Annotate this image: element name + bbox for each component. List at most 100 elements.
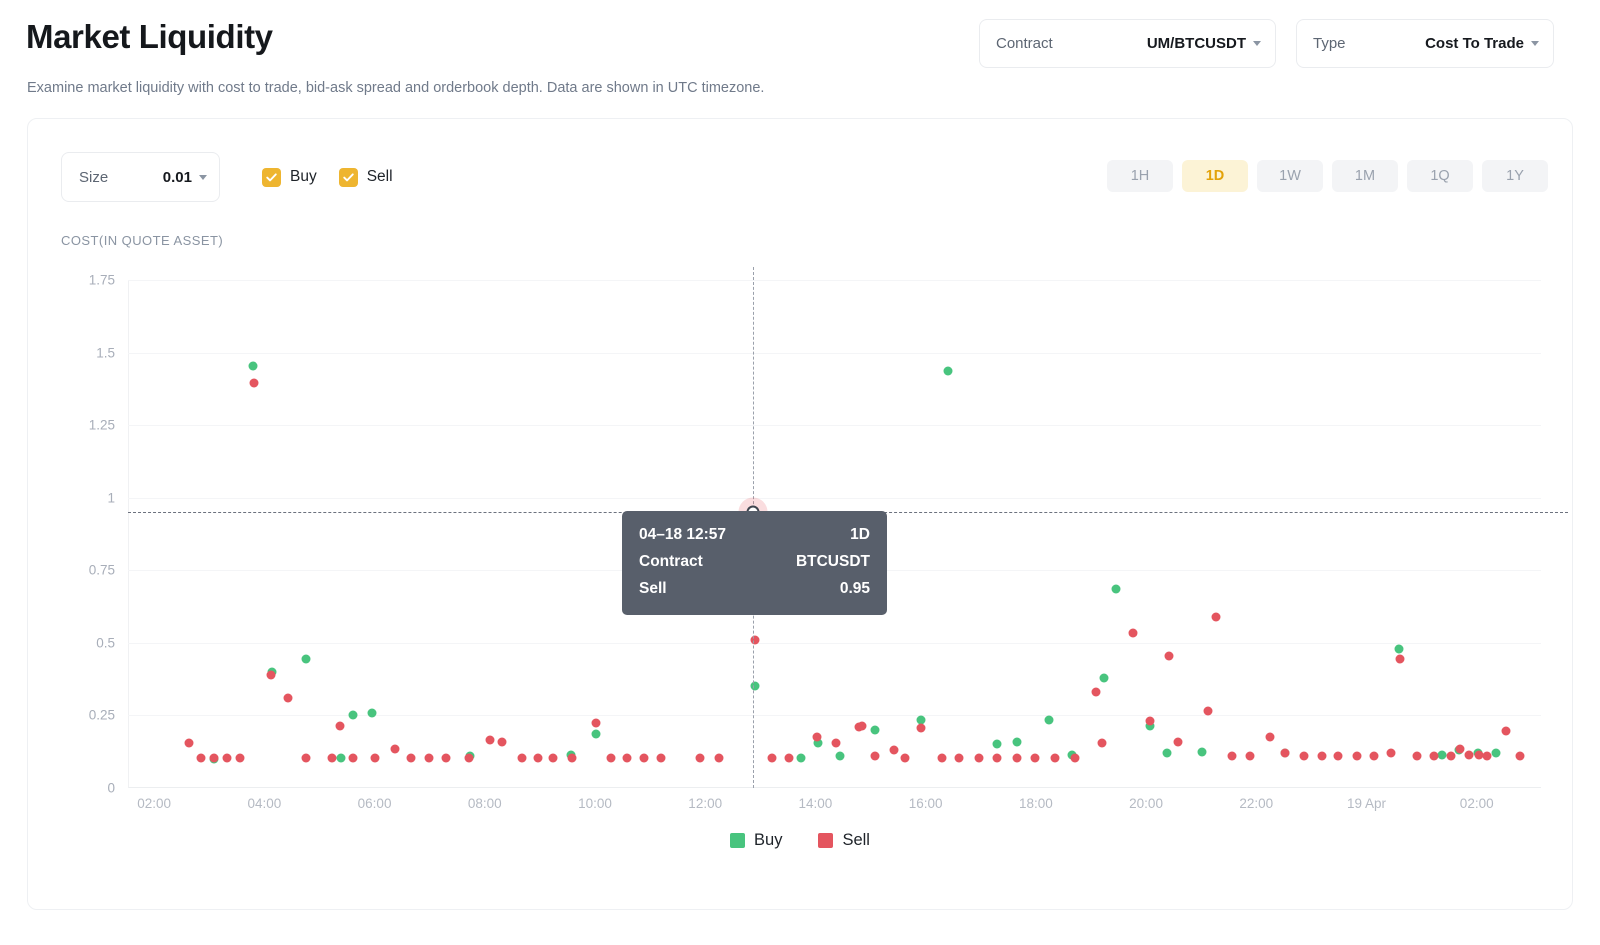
data-point-sell[interactable] [1352,751,1362,761]
data-point-sell[interactable] [209,753,219,763]
data-point-sell[interactable] [1164,651,1174,661]
data-point-sell[interactable] [1455,744,1465,754]
data-point-sell[interactable] [1299,751,1309,761]
data-point-sell[interactable] [1446,751,1456,761]
data-point-sell[interactable] [196,753,206,763]
data-point-buy[interactable] [1111,584,1121,594]
data-point-sell[interactable] [900,753,910,763]
data-point-sell[interactable] [1482,751,1492,761]
data-point-sell[interactable] [1464,750,1474,760]
data-point-sell[interactable] [370,753,380,763]
data-point-sell[interactable] [857,721,867,731]
data-point-sell[interactable] [992,753,1002,763]
data-point-sell[interactable] [695,753,705,763]
data-point-sell[interactable] [1050,753,1060,763]
data-point-sell[interactable] [767,753,777,763]
data-point-buy[interactable] [591,729,601,739]
data-point-sell[interactable] [283,693,293,703]
data-point-sell[interactable] [266,670,276,680]
data-point-sell[interactable] [497,737,507,747]
data-point-buy[interactable] [336,753,346,763]
data-point-sell[interactable] [1173,737,1183,747]
data-point-sell[interactable] [656,753,666,763]
data-point-buy[interactable] [1044,715,1054,725]
range-button-1w[interactable]: 1W [1257,160,1323,192]
data-point-buy[interactable] [750,681,760,691]
data-point-buy[interactable] [943,366,953,376]
data-point-sell[interactable] [424,753,434,763]
data-point-sell[interactable] [1128,628,1138,638]
sell-checkbox[interactable]: Sell [338,167,393,187]
data-point-buy[interactable] [916,715,926,725]
data-point-sell[interactable] [406,753,416,763]
data-point-sell[interactable] [1211,612,1221,622]
data-point-buy[interactable] [1099,673,1109,683]
data-point-buy[interactable] [1162,748,1172,758]
data-point-sell[interactable] [348,753,358,763]
data-point-sell[interactable] [1515,751,1525,761]
data-point-sell[interactable] [606,753,616,763]
data-point-sell[interactable] [622,753,632,763]
data-point-buy[interactable] [870,725,880,735]
data-point-sell[interactable] [812,732,822,742]
range-button-1d[interactable]: 1D [1182,160,1248,192]
contract-selector[interactable]: Contract UM/BTCUSDT [979,19,1276,68]
data-point-sell[interactable] [335,721,345,731]
data-point-sell[interactable] [567,753,577,763]
data-point-sell[interactable] [937,753,947,763]
range-button-1q[interactable]: 1Q [1407,160,1473,192]
data-point-sell[interactable] [974,753,984,763]
type-selector[interactable]: Type Cost To Trade [1296,19,1554,68]
data-point-sell[interactable] [1245,751,1255,761]
data-point-sell[interactable] [1429,751,1439,761]
data-point-sell[interactable] [1280,748,1290,758]
data-point-sell[interactable] [639,753,649,763]
data-point-sell[interactable] [1386,748,1396,758]
data-point-sell[interactable] [1412,751,1422,761]
data-point-buy[interactable] [367,708,377,718]
data-point-buy[interactable] [248,361,258,371]
data-point-sell[interactable] [591,718,601,728]
data-point-sell[interactable] [1145,716,1155,726]
data-point-sell[interactable] [1395,654,1405,664]
data-point-buy[interactable] [1197,747,1207,757]
data-point-sell[interactable] [533,753,543,763]
data-point-sell[interactable] [870,751,880,761]
data-point-sell[interactable] [750,635,760,645]
data-point-buy[interactable] [992,739,1002,749]
data-point-sell[interactable] [1501,726,1511,736]
data-point-buy[interactable] [796,753,806,763]
data-point-buy[interactable] [1012,737,1022,747]
data-point-sell[interactable] [390,744,400,754]
data-point-sell[interactable] [441,753,451,763]
data-point-buy[interactable] [835,751,845,761]
data-point-sell[interactable] [1070,753,1080,763]
data-point-sell[interactable] [485,735,495,745]
data-point-sell[interactable] [714,753,724,763]
data-point-sell[interactable] [1091,687,1101,697]
data-point-sell[interactable] [235,753,245,763]
data-point-buy[interactable] [348,710,358,720]
legend-item-sell[interactable]: Sell [818,831,870,850]
data-point-sell[interactable] [1227,751,1237,761]
data-point-sell[interactable] [1369,751,1379,761]
data-point-buy[interactable] [1394,644,1404,654]
data-point-sell[interactable] [548,753,558,763]
data-point-sell[interactable] [784,753,794,763]
data-point-sell[interactable] [517,753,527,763]
data-point-sell[interactable] [1030,753,1040,763]
data-point-sell[interactable] [184,738,194,748]
size-selector[interactable]: Size 0.01 [61,152,220,202]
data-point-sell[interactable] [831,738,841,748]
legend-item-buy[interactable]: Buy [730,831,782,850]
data-point-sell[interactable] [1265,732,1275,742]
data-point-buy[interactable] [1491,748,1501,758]
buy-checkbox[interactable]: Buy [262,167,317,187]
data-point-sell[interactable] [1317,751,1327,761]
data-point-sell[interactable] [954,753,964,763]
data-point-sell[interactable] [1203,706,1213,716]
data-point-buy[interactable] [301,654,311,664]
data-point-sell[interactable] [1012,753,1022,763]
data-point-sell[interactable] [249,378,259,388]
range-button-1y[interactable]: 1Y [1482,160,1548,192]
